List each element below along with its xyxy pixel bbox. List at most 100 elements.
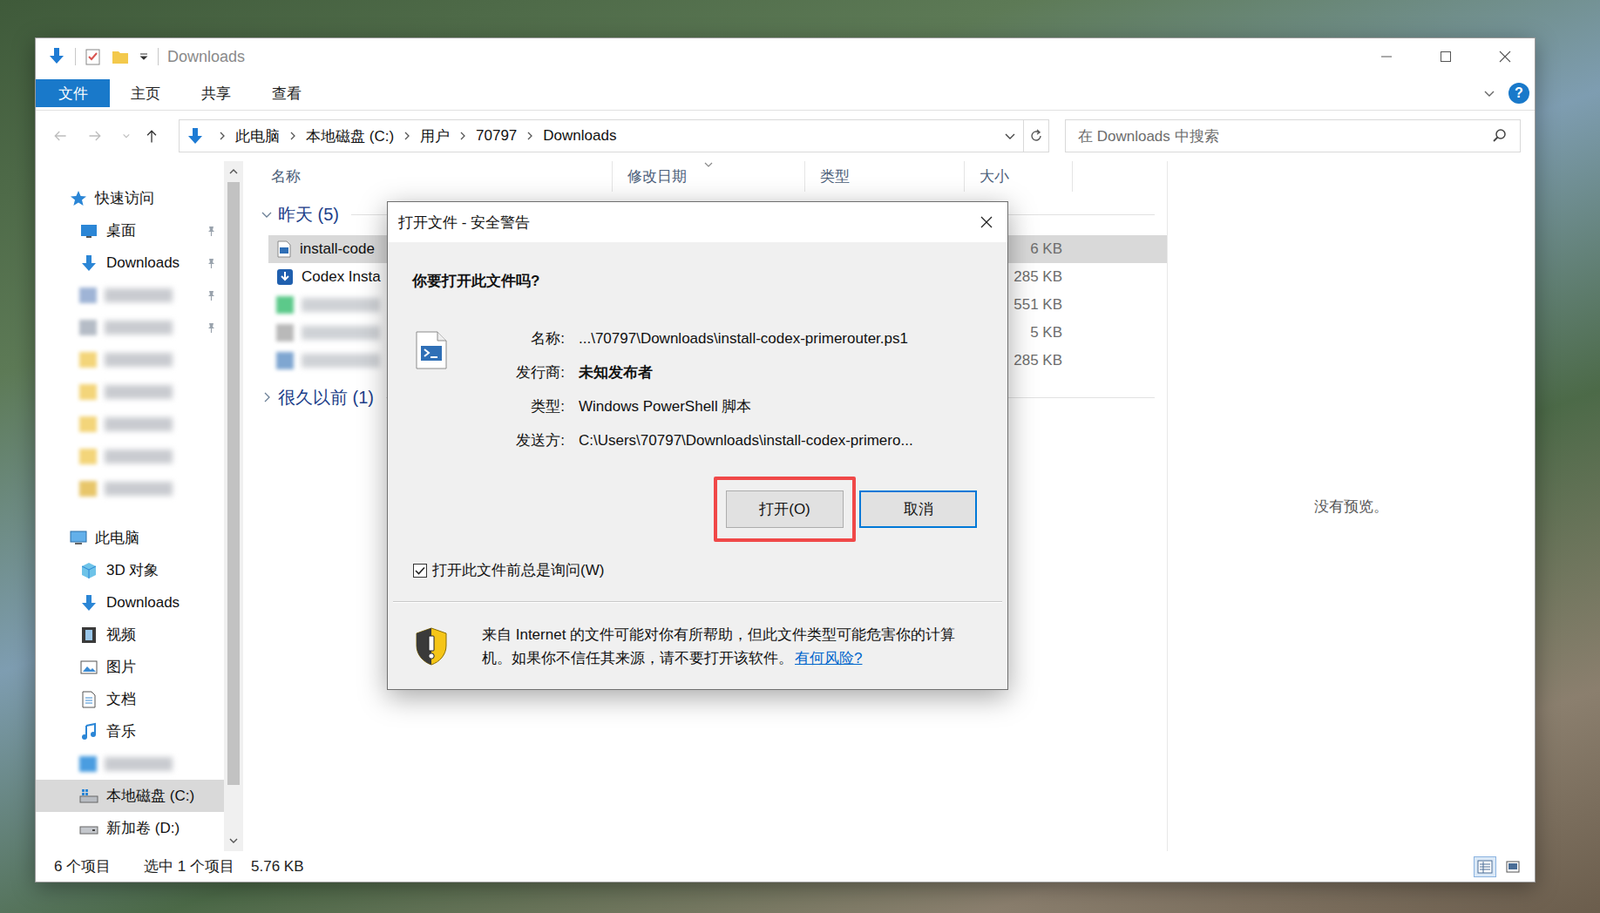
navigation-list: 快速访问桌面Downloads此电脑3D 对象Downloads视频图片文档音乐… xyxy=(35,161,224,852)
scroll-down-icon[interactable] xyxy=(228,835,239,847)
close-icon xyxy=(1498,50,1512,63)
sidebar-item[interactable]: 此电脑 xyxy=(35,522,224,555)
spacer xyxy=(321,79,1483,108)
pin-icon[interactable] xyxy=(204,289,217,302)
status-bar: 6 个项目选中 1 个项目5.76 KB xyxy=(35,851,1535,882)
sidebar-label: 快速访问 xyxy=(94,188,155,209)
field-row: 名称:...\70797\Downloads\install-codex-pri… xyxy=(448,321,977,356)
sidebar-item[interactable]: 图片 xyxy=(35,650,224,684)
window-controls xyxy=(1356,38,1535,75)
sidebar-item[interactable]: 桌面 xyxy=(35,214,224,247)
breadcrumb[interactable]: 此电脑 xyxy=(235,126,280,147)
sidebar-label: 此电脑 xyxy=(94,528,140,549)
sidebar-item[interactable]: 新加卷 (D:) xyxy=(35,812,224,845)
file-info: 名称:...\70797\Downloads\install-codex-pri… xyxy=(412,321,977,458)
field-label: 类型: xyxy=(448,396,565,417)
button-wrapper: 打开(O) xyxy=(725,490,844,529)
dialog-main: 你要打开此文件吗?名称:...\70797\Downloads\install-… xyxy=(387,242,1008,602)
dropdown-icon[interactable] xyxy=(138,51,150,62)
back-arrow-icon[interactable] xyxy=(52,126,68,146)
blurred-icon xyxy=(79,448,97,465)
checkbox-label: 打开此文件前总是询问(W) xyxy=(432,560,604,581)
ribbon-tab[interactable]: 主页 xyxy=(109,79,181,108)
field-label: 发行商: xyxy=(448,362,565,383)
pin-icon[interactable] xyxy=(204,321,217,334)
expand-ribbon-icon[interactable] xyxy=(1482,86,1497,101)
ribbon-tab[interactable]: 共享 xyxy=(180,79,251,108)
ribbon-tab[interactable]: 查看 xyxy=(250,79,322,108)
sidebar-item[interactable]: 本地磁盘 (C:) xyxy=(35,779,224,813)
sidebar-item[interactable]: 3D 对象 xyxy=(35,554,224,587)
column-label: 修改日期 xyxy=(627,166,687,187)
ribbon-tab[interactable]: 文件 xyxy=(35,79,110,108)
dialog-button[interactable]: 取消 xyxy=(859,490,977,529)
column-label: 类型 xyxy=(820,166,850,187)
properties-icon[interactable] xyxy=(84,47,102,67)
sidebar-item[interactable]: Downloads xyxy=(35,586,224,619)
sidebar-item[interactable] xyxy=(35,375,224,408)
scrollbar[interactable] xyxy=(223,161,244,852)
sidebar-item[interactable]: 快速访问 xyxy=(35,182,224,215)
view-button[interactable] xyxy=(1473,856,1497,878)
sidebar-label: 音乐 xyxy=(106,721,136,742)
breadcrumb[interactable]: 本地磁盘 (C:) xyxy=(305,126,394,147)
download-arrow-icon xyxy=(79,253,99,273)
preview-pane: 没有预览。 xyxy=(1166,161,1535,852)
chevron-right-icon[interactable] xyxy=(402,130,412,142)
blurred-icon xyxy=(79,352,97,368)
sidebar-item[interactable]: Downloads xyxy=(35,246,224,279)
blurred-label xyxy=(104,385,173,400)
sidebar-item[interactable] xyxy=(35,278,224,312)
sidebar-item[interactable] xyxy=(35,440,224,473)
column-header[interactable]: 名称 xyxy=(256,161,613,192)
sort-descending-icon xyxy=(703,161,714,169)
navigation-buttons xyxy=(35,126,179,146)
new-folder-icon[interactable] xyxy=(110,47,130,67)
maximize-button[interactable] xyxy=(1416,38,1476,75)
up-arrow-icon[interactable] xyxy=(143,126,160,146)
chevron-right-icon[interactable] xyxy=(525,130,535,142)
preview-message: 没有预览。 xyxy=(1314,496,1389,517)
search-box[interactable]: 在 Downloads 中搜索 xyxy=(1064,119,1521,153)
scroll-thumb[interactable] xyxy=(227,182,240,786)
sidebar-item[interactable] xyxy=(35,472,224,505)
chevron-right-icon[interactable] xyxy=(458,130,468,142)
sidebar-label: Downloads xyxy=(106,594,180,612)
always-ask-checkbox[interactable]: 打开此文件前总是询问(W) xyxy=(413,560,977,581)
close-button[interactable] xyxy=(1475,38,1535,75)
download-arrow-icon[interactable] xyxy=(47,46,67,68)
sidebar-item[interactable]: 文档 xyxy=(35,683,224,716)
address-bar[interactable]: 此电脑 本地磁盘 (C:) 用户 70797 Downloads xyxy=(178,119,1050,153)
view-button[interactable] xyxy=(1501,856,1525,878)
recent-dropdown-icon[interactable] xyxy=(122,130,131,142)
sidebar-item[interactable] xyxy=(35,747,224,780)
forward-arrow-icon[interactable] xyxy=(87,126,103,146)
refresh-button[interactable] xyxy=(1023,120,1049,152)
checkbox-icon xyxy=(413,563,428,578)
sidebar-item[interactable]: 视频 xyxy=(35,618,224,651)
pin-icon[interactable] xyxy=(204,224,217,238)
help-button[interactable]: ? xyxy=(1508,82,1530,104)
column-header[interactable]: 类型 xyxy=(805,161,965,192)
breadcrumb[interactable]: 用户 xyxy=(420,126,450,147)
sidebar-item[interactable] xyxy=(35,343,224,376)
sidebar-item[interactable] xyxy=(35,407,224,441)
dialog-button[interactable]: 打开(O) xyxy=(725,490,844,529)
dialog-close-button[interactable] xyxy=(979,215,994,230)
field-value: 未知发布者 xyxy=(578,362,653,383)
cube-icon xyxy=(79,561,99,581)
minimize-button[interactable] xyxy=(1356,38,1417,75)
scroll-up-icon[interactable] xyxy=(228,166,239,177)
separator xyxy=(157,47,159,66)
sidebar-item[interactable] xyxy=(35,311,224,344)
chevron-right-icon[interactable] xyxy=(288,130,298,142)
column-header[interactable]: 大小 xyxy=(964,161,1073,192)
chevron-right-icon[interactable] xyxy=(217,130,227,142)
risk-link[interactable]: 有何风险? xyxy=(794,650,862,667)
history-dropdown-icon[interactable] xyxy=(1003,129,1017,143)
column-header[interactable]: 修改日期 xyxy=(612,161,806,192)
breadcrumb[interactable]: Downloads xyxy=(542,127,617,145)
pin-icon[interactable] xyxy=(204,257,217,270)
sidebar-item[interactable]: 音乐 xyxy=(35,715,224,748)
breadcrumb[interactable]: 70797 xyxy=(475,127,517,145)
